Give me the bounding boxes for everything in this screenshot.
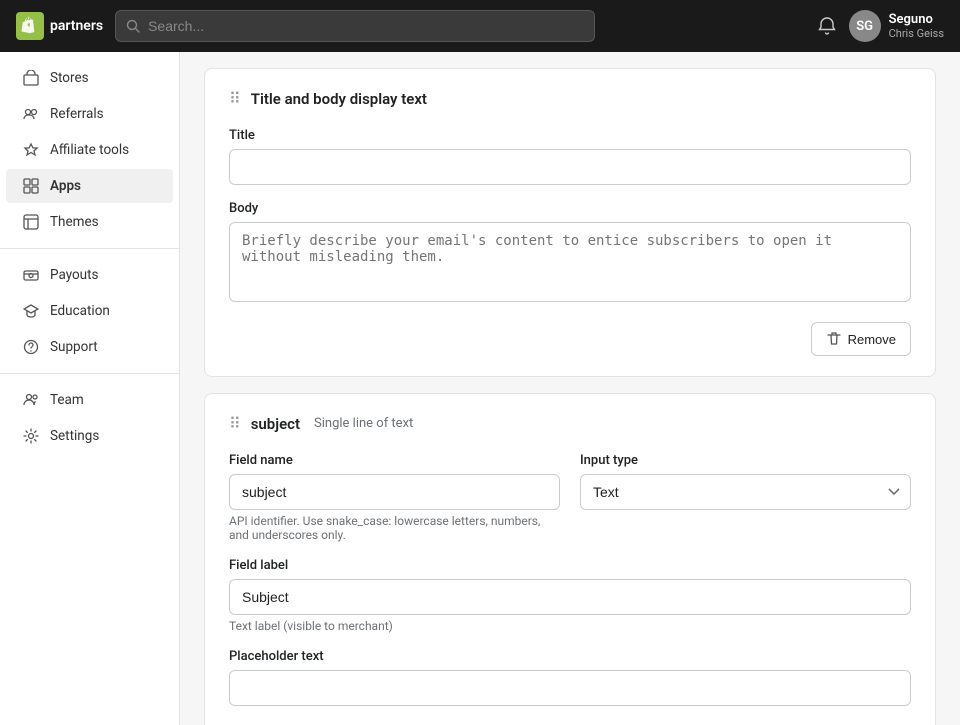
field-name-label: Field name (229, 453, 560, 468)
sidebar-item-team[interactable]: Team (6, 383, 173, 417)
field-name-hint: API identifier. Use snake_case: lowercas… (229, 514, 560, 542)
subject-card: ⠿ subject Single line of text Field name… (204, 393, 936, 725)
user-info: Seguno Chris Geiss (889, 12, 944, 40)
sidebar-item-stores[interactable]: Stores (6, 61, 173, 95)
layout: Stores Referrals Affiliate tools Apps Th… (0, 52, 960, 725)
input-type-label: Input type (580, 453, 911, 468)
title-form-group: Title (229, 128, 911, 185)
sidebar-item-referrals[interactable]: Referrals (6, 97, 173, 131)
field-name-group: Field name API identifier. Use snake_cas… (229, 453, 560, 542)
sidebar-label-themes: Themes (50, 214, 99, 230)
remove-label: Remove (848, 332, 896, 347)
sidebar-label-team: Team (50, 392, 84, 408)
field-label-hint: Text label (visible to merchant) (229, 619, 911, 633)
title-body-card: ⠿ Title and body display text Title Body… (204, 68, 936, 377)
sidebar: Stores Referrals Affiliate tools Apps Th… (0, 52, 180, 725)
team-icon (22, 391, 40, 409)
sidebar-label-payouts: Payouts (50, 267, 99, 283)
subject-card-header: ⠿ subject Single line of text (229, 414, 911, 433)
card-header: ⠿ Title and body display text (229, 89, 911, 108)
topnav-right: SG Seguno Chris Geiss (817, 10, 944, 42)
body-form-group: Body (229, 201, 911, 306)
field-label-label: Field label (229, 558, 911, 573)
sidebar-label-affiliate-tools: Affiliate tools (50, 142, 129, 158)
settings-icon (22, 427, 40, 445)
topnav: partners SG Seguno Chris Geiss (0, 0, 960, 52)
trash-icon (826, 331, 842, 347)
sidebar-label-referrals: Referrals (50, 106, 104, 122)
support-icon (22, 338, 40, 356)
sidebar-label-stores: Stores (50, 70, 89, 86)
themes-icon (22, 213, 40, 231)
remove-button[interactable]: Remove (811, 322, 911, 356)
apps-icon (22, 177, 40, 195)
placeholder-text-group: Placeholder text (229, 649, 911, 706)
input-type-select[interactable]: Text Email Number URL Phone (580, 474, 911, 510)
card-actions: Remove (229, 322, 911, 356)
sidebar-item-affiliate-tools[interactable]: Affiliate tools (6, 133, 173, 167)
subject-drag-handle-icon[interactable]: ⠿ (229, 414, 241, 433)
shopify-logo-icon (16, 12, 44, 40)
sidebar-label-support: Support (50, 339, 98, 355)
subject-two-col: Field name API identifier. Use snake_cas… (229, 453, 911, 558)
title-label: Title (229, 128, 911, 143)
sidebar-item-apps[interactable]: Apps (6, 169, 173, 203)
bell-icon (817, 16, 837, 36)
search-input[interactable] (148, 18, 584, 34)
sidebar-divider-1 (0, 248, 179, 249)
logo-text: partners (50, 18, 103, 34)
subject-card-title: subject (251, 415, 300, 433)
body-label: Body (229, 201, 911, 216)
field-name-input[interactable] (229, 474, 560, 510)
sidebar-label-settings: Settings (50, 428, 99, 444)
drag-handle-icon[interactable]: ⠿ (229, 89, 241, 108)
affiliate-icon (22, 141, 40, 159)
sidebar-item-support[interactable]: Support (6, 330, 173, 364)
title-input[interactable] (229, 149, 911, 185)
store-icon (22, 69, 40, 87)
user-sub: Chris Geiss (889, 27, 944, 40)
referrals-icon (22, 105, 40, 123)
notification-bell-button[interactable] (817, 16, 837, 36)
main-content: ⠿ Title and body display text Title Body… (180, 52, 960, 725)
sidebar-item-themes[interactable]: Themes (6, 205, 173, 239)
education-icon (22, 302, 40, 320)
input-type-group: Input type Text Email Number URL Phone (580, 453, 911, 542)
user-name: Seguno (889, 12, 944, 27)
field-label-group: Field label Text label (visible to merch… (229, 558, 911, 633)
subject-card-subtitle: Single line of text (314, 416, 413, 431)
search-box[interactable] (115, 10, 595, 42)
sidebar-item-payouts[interactable]: Payouts (6, 258, 173, 292)
search-icon (126, 19, 140, 33)
logo: partners (16, 12, 103, 40)
sidebar-label-apps: Apps (50, 178, 81, 194)
sidebar-label-education: Education (50, 303, 110, 319)
user-menu-button[interactable]: SG Seguno Chris Geiss (849, 10, 944, 42)
placeholder-text-label: Placeholder text (229, 649, 911, 664)
field-label-input[interactable] (229, 579, 911, 615)
sidebar-item-education[interactable]: Education (6, 294, 173, 328)
avatar: SG (849, 10, 881, 42)
card-title: Title and body display text (251, 90, 427, 108)
sidebar-item-settings[interactable]: Settings (6, 419, 173, 453)
placeholder-text-input[interactable] (229, 670, 911, 706)
sidebar-divider-2 (0, 373, 179, 374)
body-textarea[interactable] (229, 222, 911, 302)
payouts-icon (22, 266, 40, 284)
